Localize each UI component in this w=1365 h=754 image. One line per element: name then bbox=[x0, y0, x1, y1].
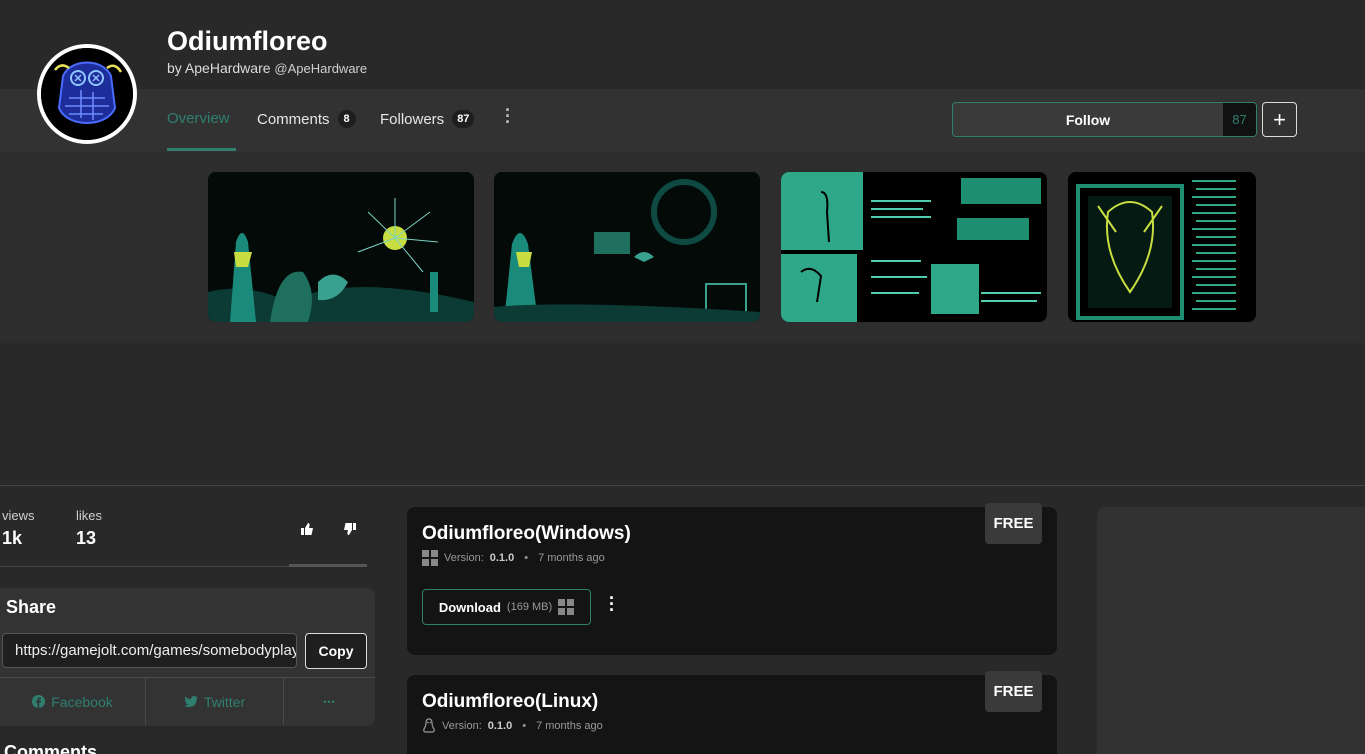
tab-followers-label: Followers bbox=[380, 110, 445, 128]
build-card-linux: Odiumfloreo(Linux) Version: 0.1.0 • 7 mo… bbox=[407, 675, 1057, 754]
followers-count-badge: 87 bbox=[452, 110, 475, 128]
thumbs-up-icon[interactable] bbox=[300, 522, 314, 539]
comments-count-badge: 8 bbox=[337, 110, 356, 128]
developer-link[interactable]: ApeHardware bbox=[185, 60, 271, 76]
price-badge: FREE bbox=[985, 671, 1042, 712]
build-meta: Version: 0.1.0 • 7 months ago bbox=[422, 718, 603, 734]
plus-icon: + bbox=[1273, 106, 1286, 132]
share-more-dots: ••• bbox=[323, 696, 336, 707]
meta-separator: • bbox=[522, 720, 527, 732]
tab-overview-label: Overview bbox=[167, 110, 230, 127]
screenshot-thumb-4[interactable] bbox=[1068, 172, 1256, 322]
share-twitter-button[interactable]: Twitter bbox=[146, 678, 284, 725]
facebook-label: Facebook bbox=[51, 693, 113, 710]
twitter-label: Twitter bbox=[203, 693, 246, 710]
active-tab-indicator bbox=[167, 148, 236, 151]
build-title: Odiumfloreo(Windows) bbox=[422, 523, 631, 544]
download-size: (169 MB) bbox=[506, 601, 553, 613]
views-label: views bbox=[2, 508, 35, 523]
tab-comments-label: Comments bbox=[257, 110, 330, 128]
share-facebook-button[interactable]: Facebook bbox=[0, 678, 146, 725]
screenshot-thumb-1[interactable] bbox=[208, 172, 474, 322]
copy-button[interactable]: Copy bbox=[305, 633, 367, 669]
views-count: 1k bbox=[2, 528, 23, 548]
build-title: Odiumfloreo(Linux) bbox=[422, 691, 599, 712]
screenshot-thumb-3[interactable] bbox=[781, 172, 1047, 322]
section-divider bbox=[0, 485, 1365, 486]
screenshot-1-image bbox=[208, 172, 474, 322]
share-title: Share bbox=[6, 597, 57, 617]
share-url-field[interactable]: https://gamejolt.com/games/somebodyplayt… bbox=[2, 633, 297, 668]
facebook-icon bbox=[32, 695, 46, 708]
avatar-art-icon bbox=[41, 48, 133, 140]
by-prefix: by bbox=[167, 60, 182, 76]
version-number: 0.1.0 bbox=[487, 720, 513, 732]
windows-icon bbox=[422, 550, 438, 566]
likes-label: likes bbox=[76, 508, 103, 523]
screenshot-4-image bbox=[1068, 172, 1256, 322]
build-card-windows: Odiumfloreo(Windows) Version: 0.1.0 • 7 … bbox=[407, 507, 1057, 655]
screenshot-thumb-2[interactable] bbox=[494, 172, 760, 322]
comments-heading: Comments bbox=[4, 742, 98, 754]
share-more-button[interactable]: ••• bbox=[284, 678, 375, 725]
download-button[interactable]: Download (169 MB) bbox=[422, 589, 591, 625]
linux-icon bbox=[423, 718, 435, 733]
windows-icon bbox=[558, 599, 575, 615]
game-title: Odiumfloreo bbox=[167, 26, 328, 56]
twitter-icon bbox=[183, 695, 198, 707]
thumbs-down-icon[interactable] bbox=[343, 522, 357, 539]
tab-comments[interactable]: Comments 8 bbox=[257, 110, 356, 128]
game-byline: by ApeHardware @ApeHardware bbox=[167, 60, 367, 76]
likes-count: 13 bbox=[76, 528, 97, 548]
tab-followers[interactable]: Followers 87 bbox=[380, 110, 475, 128]
version-label: Version: bbox=[444, 552, 484, 564]
version-number: 0.1.0 bbox=[489, 552, 515, 564]
more-options-icon[interactable]: · · · bbox=[505, 101, 511, 131]
game-avatar[interactable] bbox=[37, 44, 137, 144]
tab-overview[interactable]: Overview bbox=[167, 110, 230, 127]
download-label: Download bbox=[438, 599, 501, 615]
follow-label: Follow bbox=[1065, 111, 1111, 128]
share-url-text: https://gamejolt.com/games/somebodyplayt… bbox=[15, 642, 297, 659]
share-social-row: Facebook Twitter ••• bbox=[0, 677, 375, 725]
like-controls-underline bbox=[289, 564, 367, 567]
follow-count: 87 bbox=[1223, 103, 1256, 136]
build-age: 7 months ago bbox=[536, 720, 603, 732]
add-to-playlist-button[interactable]: + bbox=[1262, 102, 1297, 137]
build-age: 7 months ago bbox=[538, 552, 605, 564]
version-label: Version: bbox=[442, 720, 482, 732]
developer-handle[interactable]: @ApeHardware bbox=[274, 61, 367, 76]
screenshot-3-image bbox=[781, 172, 1047, 322]
right-sidebar-panel bbox=[1097, 507, 1365, 754]
build-options-icon[interactable]: · · · bbox=[609, 589, 615, 619]
build-meta: Version: 0.1.0 • 7 months ago bbox=[422, 550, 605, 566]
meta-separator: • bbox=[524, 552, 529, 564]
follow-button[interactable]: Follow 87 bbox=[952, 102, 1257, 137]
price-badge: FREE bbox=[985, 503, 1042, 544]
screenshot-2-image bbox=[494, 172, 760, 322]
